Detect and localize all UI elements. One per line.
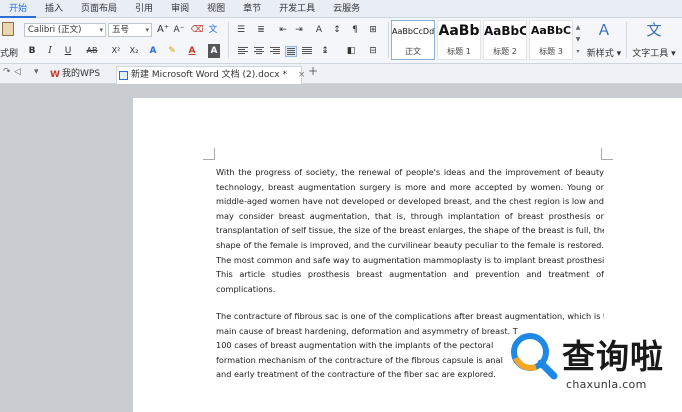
new-style-icon: Ａ <box>596 21 612 39</box>
ribbon-separator <box>388 22 389 58</box>
chinese-layout-icon[interactable]: A <box>312 23 326 37</box>
tab-review[interactable]: 审阅 <box>162 0 198 18</box>
style-name: 标题 3 <box>539 47 563 56</box>
format-painter-icon <box>2 22 14 36</box>
text-effect-icon[interactable]: A <box>146 44 160 58</box>
chevron-up-icon[interactable]: ▲ <box>574 22 582 34</box>
font-size-value: 五号 <box>112 25 130 35</box>
new-style-button[interactable]: Ａ 新样式 ▾ <box>584 20 624 62</box>
document-tab-strip: ↷ ◁ ▾ W 我的WPS 新建 Microsoft Word 文档 (2).d… <box>0 64 682 84</box>
expand-icon[interactable]: ▾ <box>574 46 582 58</box>
clear-format-icon[interactable]: ⌫ <box>190 23 204 37</box>
font-color-icon[interactable]: A <box>186 44 198 58</box>
line-spacing-icon[interactable]: ↨ <box>318 44 332 58</box>
tab-cloud-service[interactable]: 云服务 <box>324 0 369 18</box>
subscript-button[interactable]: X₂ <box>126 44 142 58</box>
magnifier-logo-icon <box>509 331 558 380</box>
text-tools-icon: 文 <box>646 21 662 39</box>
tab-document[interactable]: 新建 Microsoft Word 文档 (2).docx * × <box>116 66 305 84</box>
sort-icon[interactable]: ↕ <box>330 23 344 37</box>
paragraph-1[interactable]: With the progress of society, the renewa… <box>216 165 604 296</box>
borders-icon[interactable]: ⊟ <box>366 44 380 58</box>
style-name: 标题 1 <box>447 47 471 56</box>
numbered-list-icon[interactable]: ≣ <box>254 23 268 37</box>
watermark: 查询啦 chaxunla.com <box>506 320 682 412</box>
align-center-icon[interactable] <box>254 47 264 56</box>
style-preview: AaBb <box>438 23 480 39</box>
chevron-down-icon: ▾ <box>99 26 103 34</box>
style-preview: AaBbC <box>530 24 572 37</box>
ribbon-separator <box>228 22 229 58</box>
document-icon <box>119 71 128 80</box>
redo-icon[interactable]: ↷ <box>3 67 11 77</box>
align-right-icon[interactable] <box>270 47 280 56</box>
tab-label: 我的WPS <box>62 69 101 79</box>
font-size-select[interactable]: 五号 ▾ <box>108 23 152 37</box>
close-icon[interactable]: × <box>298 70 306 80</box>
strikethrough-button[interactable]: AB <box>84 44 100 58</box>
tab-insert[interactable]: 插入 <box>36 0 72 18</box>
increase-indent-icon[interactable]: ⇥ <box>292 23 306 37</box>
margin-marker <box>203 148 215 160</box>
back-icon[interactable]: ◁ <box>14 67 21 77</box>
font-name-value: Calibri (正文) <box>28 25 82 35</box>
tab-my-wps[interactable]: W 我的WPS <box>48 66 100 84</box>
watermark-chinese: 查询啦 <box>562 337 664 376</box>
show-marks-icon[interactable]: ¶ <box>348 23 362 37</box>
chevron-down-icon: ▾ <box>145 26 149 34</box>
justify-icon[interactable] <box>285 46 297 57</box>
tab-menu-icon[interactable]: ▾ <box>34 67 39 77</box>
style-preview: AaBbC <box>484 24 526 38</box>
shading-icon[interactable]: ◧ <box>344 44 358 58</box>
underline-button[interactable]: U <box>62 44 74 58</box>
tab-references[interactable]: 引用 <box>126 0 162 18</box>
watermark-url: chaxunla.com <box>566 378 647 391</box>
format-painter-button[interactable]: 式刷 <box>0 20 20 62</box>
align-left-icon[interactable] <box>238 47 248 56</box>
char-shading-icon[interactable]: A <box>208 44 220 58</box>
style-heading-1[interactable]: AaBb 标题 1 <box>437 20 481 60</box>
wps-logo-icon: W <box>50 70 60 80</box>
pinyin-guide-icon[interactable]: 文 <box>206 23 220 37</box>
text-tools-button[interactable]: 文 文字工具 ▾ <box>630 20 678 62</box>
chevron-down-icon[interactable]: ▼ <box>574 34 582 46</box>
style-heading-3[interactable]: AaBbC 标题 3 <box>529 20 573 60</box>
italic-button[interactable]: I <box>44 44 56 58</box>
style-heading-2[interactable]: AaBbC 标题 2 <box>483 20 527 60</box>
font-name-select[interactable]: Calibri (正文) ▾ <box>24 23 106 37</box>
style-normal[interactable]: AaBbCcDd 正文 <box>391 20 435 60</box>
ribbon-toolbar: 式刷 Calibri (正文) ▾ 五号 ▾ A⁺ A⁻ ⌫ 文 B I U A… <box>0 18 682 64</box>
new-style-label: 新样式 ▾ <box>586 49 622 59</box>
tab-home[interactable]: 开始 <box>0 0 37 18</box>
superscript-button[interactable]: X² <box>108 44 124 58</box>
menu-bar: 开始 插入 页面布局 引用 审阅 视图 章节 开发工具 云服务 <box>0 0 682 18</box>
tab-label: 新建 Microsoft Word 文档 (2).docx * <box>131 70 287 80</box>
styles-gallery: AaBbCcDd 正文 AaBb 标题 1 AaBbC 标题 2 AaBbC 标… <box>391 20 581 62</box>
tab-view[interactable]: 视图 <box>198 0 234 18</box>
shrink-font-button[interactable]: A⁻ <box>172 23 186 37</box>
margin-marker <box>601 148 613 160</box>
ribbon-separator <box>626 22 627 58</box>
bullet-list-icon[interactable]: ☰ <box>234 23 248 37</box>
new-tab-button[interactable]: + <box>308 64 318 78</box>
style-preview: AaBbCcDd <box>392 27 434 36</box>
tab-developer[interactable]: 开发工具 <box>270 0 324 18</box>
tab-page-layout[interactable]: 页面布局 <box>72 0 126 18</box>
distributed-icon[interactable] <box>302 47 312 56</box>
text-tools-label: 文字工具 ▾ <box>632 49 676 59</box>
style-name: 标题 2 <box>493 47 517 56</box>
format-painter-label: 式刷 <box>0 49 19 59</box>
styles-scroll[interactable]: ▲ ▼ ▾ <box>574 22 582 60</box>
table-icon[interactable]: ⊞ <box>366 23 380 37</box>
grow-font-button[interactable]: A⁺ <box>156 23 170 37</box>
bold-button[interactable]: B <box>26 44 38 58</box>
style-name: 正文 <box>405 47 421 56</box>
tab-section[interactable]: 章节 <box>234 0 270 18</box>
decrease-indent-icon[interactable]: ⇤ <box>276 23 290 37</box>
highlight-icon[interactable]: ✎ <box>164 44 180 58</box>
